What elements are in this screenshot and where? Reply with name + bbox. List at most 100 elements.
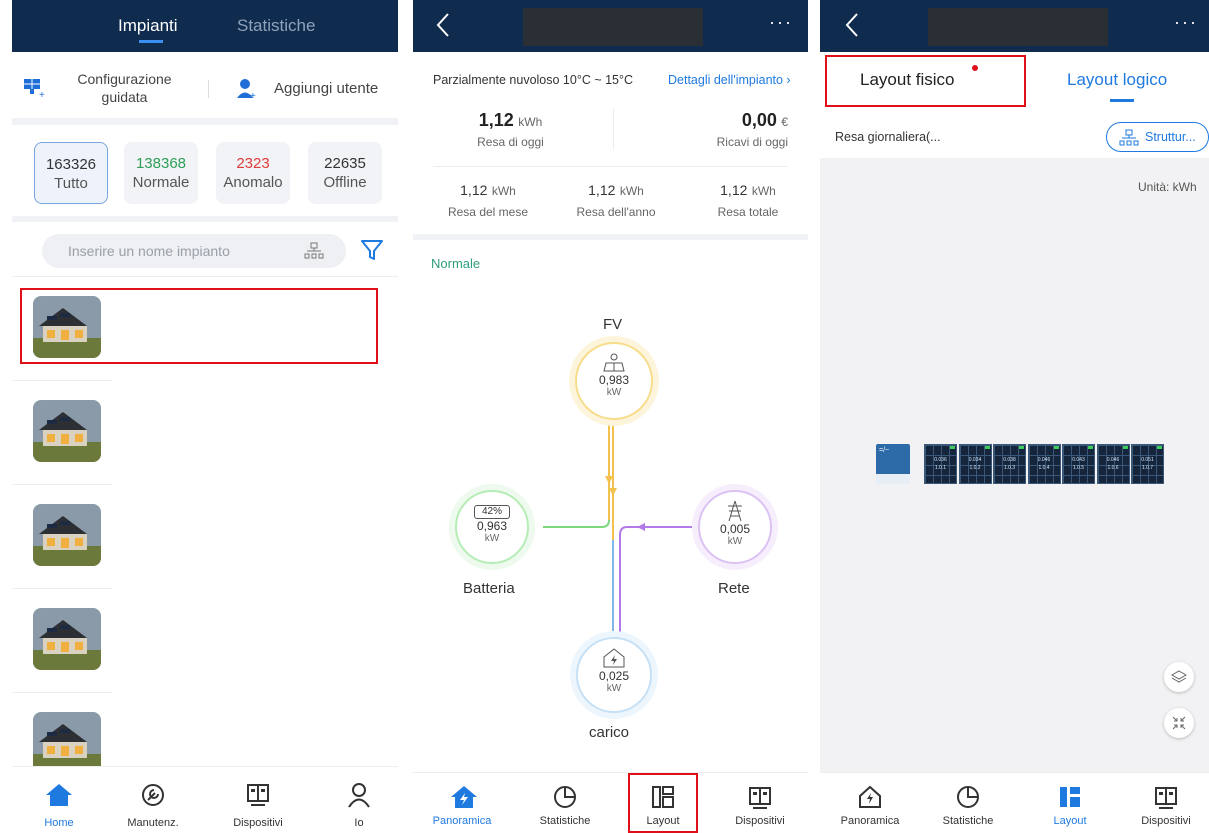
module-id: 1.0.4 <box>1038 465 1050 471</box>
search-placeholder: Inserire un nome impianto <box>68 243 230 259</box>
pv-module[interactable]: 0.051 1.0.7 <box>1131 444 1164 484</box>
guided-config-button[interactable]: + Configurazione guidata <box>22 70 202 110</box>
more-menu-icon[interactable]: ··· <box>1174 12 1198 33</box>
nav-label: Dispositivi <box>233 817 283 829</box>
nav-label: Statistiche <box>539 815 591 827</box>
module-status-indicator <box>984 446 990 449</box>
pv-module[interactable]: 0.034 1.0.2 <box>958 444 992 484</box>
pv-module[interactable]: 0.043 1.0.5 <box>1062 444 1095 484</box>
module-yield: 0.036 <box>934 457 947 463</box>
count-value: 163326 <box>45 156 97 173</box>
pv-node[interactable]: 0,983 kW <box>575 342 653 420</box>
module-id: 1.0.7 <box>1141 465 1154 471</box>
divider <box>12 692 112 693</box>
module-yield: 0.051 <box>1141 457 1154 463</box>
nav-me[interactable]: Io <box>318 767 398 833</box>
grid-node[interactable]: 0,005 kW <box>698 490 772 564</box>
tab-impianti[interactable]: Impianti <box>118 16 178 36</box>
load-unit: kW <box>606 683 622 694</box>
nav-label: Manutenz. <box>127 817 179 829</box>
svg-text:+: + <box>250 91 256 100</box>
divider <box>12 276 398 277</box>
count-anomalous[interactable]: 2323 Anomalo <box>216 142 290 204</box>
module-id: 1.0.3 <box>1003 465 1016 471</box>
nav-devices[interactable]: Dispositivi <box>217 767 297 833</box>
count-normal[interactable]: 138368 Normale <box>124 142 198 204</box>
plant-list-item[interactable] <box>33 400 101 462</box>
collapse-button[interactable] <box>1164 708 1194 738</box>
section-separator <box>12 216 398 222</box>
nav-devices[interactable]: Dispositivi <box>1120 773 1209 833</box>
grid-value: 0,005 <box>719 522 751 536</box>
section-separator <box>12 118 398 125</box>
inverter-icon[interactable]: =/~ <box>876 444 910 484</box>
top-header: ··· <box>820 0 1209 52</box>
nav-label: Dispositivi <box>735 815 785 827</box>
filter-icon[interactable] <box>360 238 384 262</box>
plant-list-item[interactable] <box>33 712 101 774</box>
daily-yield-selector[interactable]: Resa giornaliera(... <box>835 130 941 144</box>
plant-list-item[interactable] <box>33 504 101 566</box>
nav-devices[interactable]: Dispositivi <box>713 773 808 833</box>
load-node[interactable]: 0,025 kW <box>576 637 652 713</box>
count-value: 22635 <box>324 155 366 172</box>
module-yield: 0.043 <box>1072 457 1085 463</box>
add-user-label: Aggiungi utente <box>274 80 379 97</box>
nav-overview[interactable]: Panoramica <box>413 773 511 833</box>
count-all[interactable]: 163326 Tutto <box>34 142 108 204</box>
pv-module[interactable]: 0.046 1.0.4 <box>1027 444 1061 484</box>
nav-overview[interactable]: Panoramica <box>820 773 918 833</box>
add-user-button[interactable]: + Aggiungi utente <box>236 78 391 102</box>
pv-module[interactable]: 0.046 1.0.6 <box>1096 444 1130 484</box>
active-tab-indicator <box>139 40 163 43</box>
solar-panel-add-icon: + <box>24 79 45 100</box>
tab-statistiche[interactable]: Statistiche <box>237 16 315 36</box>
nav-label: Io <box>354 817 364 829</box>
active-tab-indicator <box>1110 99 1134 102</box>
structure-icon[interactable] <box>304 242 324 260</box>
pv-module[interactable]: 0.038 1.0.3 <box>993 444 1026 484</box>
search-input[interactable]: Inserire un nome impianto <box>42 234 346 268</box>
module-status-indicator <box>1019 446 1024 449</box>
module-yield: 0.038 <box>1003 457 1016 463</box>
grid-label: Rete <box>718 580 750 597</box>
divider <box>208 80 209 98</box>
devices-icon <box>247 784 269 806</box>
nav-label: Home <box>44 817 74 829</box>
tab-logical-layout[interactable]: Layout logico <box>1067 70 1167 90</box>
grid-unit: kW <box>727 536 743 547</box>
layers-button[interactable] <box>1164 662 1194 692</box>
pv-value: 0,983 <box>598 373 630 387</box>
pie-chart-icon <box>957 786 979 808</box>
nav-label: Panoramica <box>432 815 492 827</box>
nav-statistics[interactable]: Statistiche <box>521 773 619 833</box>
layout-screen: ··· Layout fisico Layout logico Resa gio… <box>820 0 1209 833</box>
nav-label: Layout <box>1053 815 1087 827</box>
home-bolt-icon <box>859 785 881 808</box>
module-status-indicator <box>1122 446 1128 449</box>
nav-layout[interactable]: Layout <box>1030 773 1120 833</box>
collapse-icon <box>1172 716 1186 730</box>
bottom-nav: Panoramica Statistiche Layout Dispositiv… <box>820 772 1209 833</box>
back-icon[interactable] <box>844 12 860 38</box>
battery-node[interactable]: 42% 0,963 kW <box>455 490 529 564</box>
layout-canvas[interactable]: Unità: kWh =/~ 0.036 1.0.1 0.034 1.0.2 0.038… <box>820 158 1209 772</box>
structure-button[interactable]: Struttur... <box>1106 122 1209 152</box>
pv-label: FV <box>603 316 623 333</box>
nav-statistics[interactable]: Statistiche <box>928 773 1026 833</box>
divider <box>12 380 112 381</box>
nav-maintenance[interactable]: Manutenz. <box>112 767 192 833</box>
highlight-box <box>628 773 698 833</box>
guided-config-label: Configurazione guidata <box>77 71 172 105</box>
pv-module[interactable]: 0.036 1.0.1 <box>924 444 957 484</box>
plant-list-item[interactable] <box>33 608 101 670</box>
top-header: Impianti Statistiche <box>12 0 398 52</box>
home-bolt-icon <box>451 786 477 808</box>
nav-label: Dispositivi <box>1141 815 1191 827</box>
nav-home[interactable]: Home <box>12 767 92 833</box>
highlight-box <box>20 288 378 364</box>
structure-label: Struttur... <box>1145 130 1196 144</box>
count-offline[interactable]: 22635 Offline <box>308 142 382 204</box>
count-value: 138368 <box>135 155 187 172</box>
module-id: 1.0.5 <box>1072 465 1085 471</box>
